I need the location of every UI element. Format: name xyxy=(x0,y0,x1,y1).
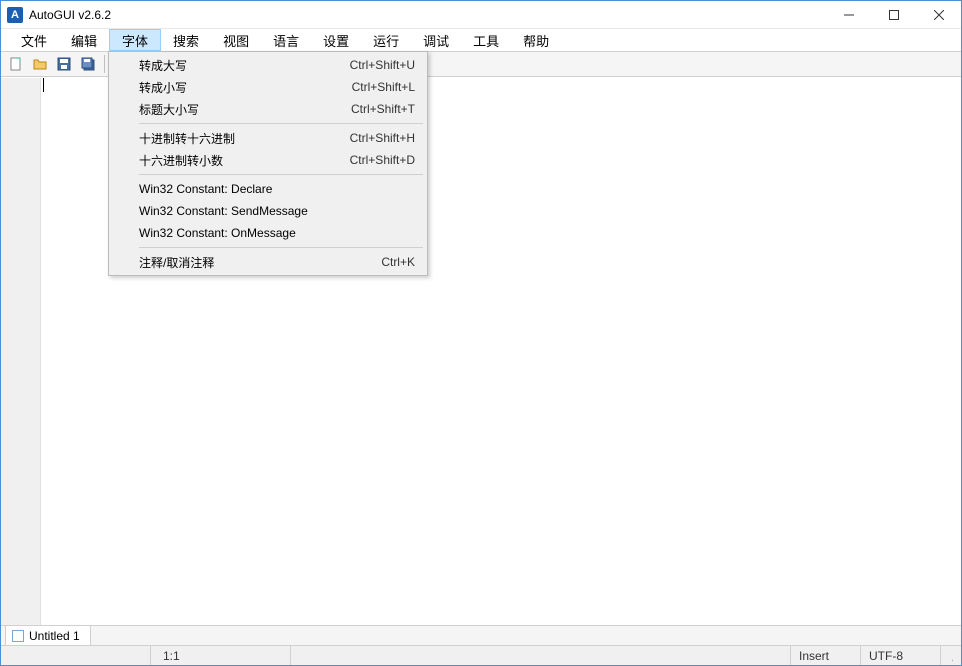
menu-file[interactable]: 文件 xyxy=(9,29,59,51)
menu-lowercase[interactable]: 转成小写 Ctrl+Shift+L xyxy=(111,76,425,98)
menu-titlecase[interactable]: 标题大小写 Ctrl+Shift+T xyxy=(111,98,425,120)
menu-item-label: Win32 Constant: Declare xyxy=(139,182,415,196)
status-grip[interactable] xyxy=(941,646,961,665)
window-controls xyxy=(826,1,961,28)
statusbar: 1:1 Insert UTF-8 xyxy=(1,645,961,665)
app-icon: A xyxy=(7,7,23,23)
menu-comment-toggle[interactable]: 注释/取消注释 Ctrl+K xyxy=(111,251,425,273)
open-folder-button[interactable] xyxy=(29,54,51,74)
menu-item-label: 注释/取消注释 xyxy=(139,254,381,271)
menu-item-label: 十六进制转小数 xyxy=(139,152,350,169)
menu-item-label: 转成大写 xyxy=(139,57,350,74)
menu-item-label: 标题大小写 xyxy=(139,101,351,118)
menu-item-shortcut: Ctrl+Shift+T xyxy=(351,102,415,116)
menu-language[interactable]: 语言 xyxy=(261,29,311,51)
menu-separator xyxy=(139,123,423,124)
menu-item-label: 转成小写 xyxy=(139,79,352,96)
menu-item-shortcut: Ctrl+Shift+H xyxy=(350,131,415,145)
save-button[interactable] xyxy=(53,54,75,74)
menubar: 文件 编辑 字体 搜索 视图 语言 设置 运行 调试 工具 帮助 xyxy=(1,29,961,51)
menu-item-label: Win32 Constant: OnMessage xyxy=(139,226,415,240)
menu-dec-to-hex[interactable]: 十进制转十六进制 Ctrl+Shift+H xyxy=(111,127,425,149)
status-message xyxy=(1,646,151,665)
close-button[interactable] xyxy=(916,1,961,28)
menu-win32-declare[interactable]: Win32 Constant: Declare xyxy=(111,178,425,200)
menu-view[interactable]: 视图 xyxy=(211,29,261,51)
menu-font[interactable]: 字体 xyxy=(109,29,161,51)
menu-uppercase[interactable]: 转成大写 Ctrl+Shift+U xyxy=(111,54,425,76)
toolbar-separator xyxy=(104,55,105,73)
tabbar: Untitled 1 xyxy=(1,625,961,645)
menu-search[interactable]: 搜索 xyxy=(161,29,211,51)
menu-settings[interactable]: 设置 xyxy=(311,29,361,51)
status-position: 1:1 xyxy=(151,646,291,665)
menu-edit[interactable]: 编辑 xyxy=(59,29,109,51)
status-encoding: UTF-8 xyxy=(861,646,941,665)
menu-help[interactable]: 帮助 xyxy=(511,29,561,51)
font-menu-dropdown: 转成大写 Ctrl+Shift+U 转成小写 Ctrl+Shift+L 标题大小… xyxy=(108,51,428,276)
status-spacer xyxy=(291,646,791,665)
menu-item-shortcut: Ctrl+Shift+D xyxy=(350,153,415,167)
menu-win32-sendmessage[interactable]: Win32 Constant: SendMessage xyxy=(111,200,425,222)
titlebar: A AutoGUI v2.6.2 xyxy=(1,1,961,29)
tab-label: Untitled 1 xyxy=(29,629,80,643)
menu-run[interactable]: 运行 xyxy=(361,29,411,51)
save-all-button[interactable] xyxy=(77,54,99,74)
menu-debug[interactable]: 调试 xyxy=(411,29,461,51)
menu-item-shortcut: Ctrl+K xyxy=(381,255,415,269)
menu-separator xyxy=(139,174,423,175)
menu-win32-onmessage[interactable]: Win32 Constant: OnMessage xyxy=(111,222,425,244)
text-cursor xyxy=(43,78,44,92)
menu-item-label: Win32 Constant: SendMessage xyxy=(139,204,415,218)
maximize-button[interactable] xyxy=(871,1,916,28)
line-gutter xyxy=(1,78,41,625)
minimize-button[interactable] xyxy=(826,1,871,28)
menu-separator xyxy=(139,247,423,248)
status-mode: Insert xyxy=(791,646,861,665)
window-title: AutoGUI v2.6.2 xyxy=(29,8,826,22)
menu-hex-to-dec[interactable]: 十六进制转小数 Ctrl+Shift+D xyxy=(111,149,425,171)
menu-item-label: 十进制转十六进制 xyxy=(139,130,350,147)
document-tab[interactable]: Untitled 1 xyxy=(5,626,91,645)
new-file-button[interactable] xyxy=(5,54,27,74)
menu-item-shortcut: Ctrl+Shift+U xyxy=(350,58,415,72)
document-icon xyxy=(12,630,24,642)
menu-tools[interactable]: 工具 xyxy=(461,29,511,51)
menu-item-shortcut: Ctrl+Shift+L xyxy=(352,80,415,94)
